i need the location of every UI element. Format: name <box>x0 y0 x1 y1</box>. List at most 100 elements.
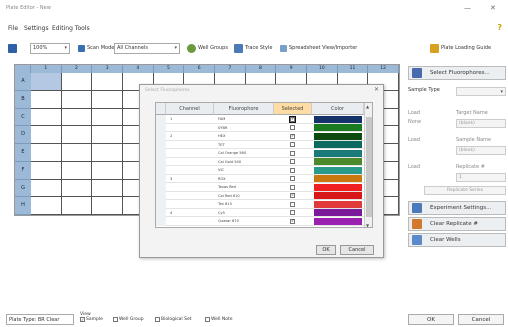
color-swatch[interactable] <box>314 158 362 165</box>
selected-checkbox[interactable]: ✓ <box>290 133 295 139</box>
plate-column-header[interactable]: 2 <box>61 65 93 73</box>
plate-row-header[interactable]: F <box>15 161 31 180</box>
plate-well[interactable] <box>61 161 93 180</box>
plate-column-header[interactable]: 4 <box>123 65 154 73</box>
table-row[interactable]: Tex 615 <box>156 200 364 209</box>
table-row[interactable]: Texas Red <box>156 183 364 192</box>
plate-well[interactable] <box>92 144 123 162</box>
header-selected[interactable]: Selected <box>274 103 312 115</box>
replicate-field[interactable]: 1 <box>456 173 506 182</box>
selected-checkbox[interactable] <box>290 150 295 156</box>
sample-name-field[interactable]: (blank) <box>456 146 506 155</box>
plate-well[interactable] <box>31 108 62 127</box>
plate-row-header[interactable]: A <box>15 73 31 91</box>
view-well-note-checkbox[interactable]: Well Note <box>205 317 233 322</box>
dialog-ok-button[interactable]: OK <box>316 245 336 255</box>
row-header[interactable] <box>156 123 166 132</box>
plate-column-header[interactable]: 1 <box>31 65 62 73</box>
selected-checkbox[interactable] <box>290 184 295 190</box>
color-swatch[interactable] <box>314 166 362 174</box>
color-swatch[interactable] <box>314 217 362 225</box>
plate-well[interactable] <box>61 126 93 144</box>
plate-loading-guide-button[interactable]: Plate Loading Guide <box>430 42 491 54</box>
plate-well[interactable] <box>61 144 93 162</box>
color-swatch[interactable] <box>314 200 362 208</box>
selected-checkbox[interactable] <box>290 176 295 181</box>
header-color[interactable]: Color <box>312 103 364 115</box>
row-header[interactable] <box>156 200 166 209</box>
color-swatch[interactable] <box>314 192 362 199</box>
plate-well[interactable] <box>31 161 62 180</box>
table-row[interactable]: Cal Orange 560 <box>156 149 364 158</box>
plate-column-header[interactable]: 8 <box>245 65 277 73</box>
experiment-settings-button[interactable]: Experiment Settings... <box>408 201 506 215</box>
dialog-cancel-button[interactable]: Cancel <box>340 245 374 255</box>
color-swatch[interactable] <box>314 149 362 157</box>
plate-well[interactable] <box>31 179 62 198</box>
select-fluorophores-button[interactable]: Select Fluorophores... <box>408 66 506 80</box>
sample-type-select[interactable]: ▾ <box>456 87 506 96</box>
spreadsheet-button[interactable]: Spreadsheet View/Importer <box>280 42 357 54</box>
scan-mode-select[interactable]: All Channels ▾ <box>114 43 180 54</box>
minimize-button[interactable]: — <box>464 4 471 12</box>
plate-well[interactable] <box>92 197 123 215</box>
menu-settings[interactable]: Settings <box>24 25 49 32</box>
plate-well[interactable] <box>31 90 62 109</box>
plate-column-header[interactable]: 6 <box>184 65 215 73</box>
selected-checkbox[interactable] <box>290 167 295 173</box>
plate-well[interactable] <box>92 126 123 144</box>
scroll-thumb[interactable] <box>366 117 372 217</box>
selected-checkbox[interactable]: ✓ <box>290 218 295 224</box>
plate-well[interactable] <box>31 197 62 215</box>
header-fluorophore[interactable]: Fluorophore <box>214 103 274 115</box>
trace-style-button[interactable]: Trace Style <box>234 42 272 54</box>
dialog-close-icon[interactable]: ✕ <box>374 86 379 93</box>
selected-checkbox[interactable] <box>290 210 295 215</box>
plate-well[interactable] <box>61 179 93 198</box>
plate-row-header[interactable]: H <box>15 197 31 215</box>
color-swatch[interactable] <box>314 175 362 182</box>
plate-column-header[interactable]: 9 <box>276 65 307 73</box>
target-name-field[interactable]: (blank) <box>456 119 506 128</box>
plate-column-header[interactable]: 3 <box>92 65 123 73</box>
row-header[interactable] <box>156 132 166 141</box>
selected-checkbox[interactable] <box>290 201 295 207</box>
row-header[interactable] <box>156 183 166 192</box>
table-row[interactable]: Cal Gold 540 <box>156 157 364 166</box>
plate-row-header[interactable]: G <box>15 179 31 198</box>
ok-button[interactable]: OK <box>408 314 454 325</box>
color-swatch[interactable] <box>314 124 362 131</box>
well-groups-button[interactable]: Well Groups <box>187 42 228 54</box>
view-biological-set-checkbox[interactable]: Biological Set <box>155 317 192 322</box>
zoom-select[interactable]: 100% ▾ <box>30 43 70 54</box>
plate-column-header[interactable]: 7 <box>215 65 246 73</box>
color-swatch[interactable] <box>314 183 362 191</box>
table-row[interactable]: 1 FAM ✓ <box>156 115 364 124</box>
plate-well[interactable] <box>31 144 62 162</box>
table-row[interactable]: Quasar 670 ✓ <box>156 217 364 226</box>
table-row[interactable]: SYBR <box>156 123 364 132</box>
color-swatch[interactable] <box>314 132 362 140</box>
plate-column-header[interactable]: 12 <box>368 65 399 73</box>
selected-checkbox[interactable] <box>290 159 295 164</box>
row-header[interactable] <box>156 166 166 175</box>
load-none-checkbox[interactable]: None <box>408 119 421 125</box>
table-row[interactable]: 4 Cy5 <box>156 208 364 217</box>
color-swatch[interactable] <box>314 209 362 216</box>
plate-well[interactable] <box>92 90 123 109</box>
close-button[interactable]: ✕ <box>490 4 496 12</box>
color-swatch[interactable] <box>314 115 362 123</box>
scroll-up-icon[interactable]: ▲ <box>366 104 369 109</box>
plate-well[interactable] <box>92 108 123 127</box>
plate-well[interactable] <box>92 73 123 91</box>
help-icon[interactable]: ? <box>497 23 502 32</box>
plate-well[interactable] <box>31 73 62 91</box>
table-row[interactable]: Cal Red 610 ✓ <box>156 191 364 200</box>
table-row[interactable]: 3 ROX <box>156 174 364 183</box>
menu-file[interactable]: File <box>8 25 18 32</box>
row-header[interactable] <box>156 140 166 149</box>
menu-editing-tools[interactable]: Editing Tools <box>52 25 90 32</box>
table-row[interactable]: 2 HEX ✓ <box>156 132 364 141</box>
header-channel[interactable]: Channel <box>166 103 214 115</box>
row-header[interactable] <box>156 174 166 183</box>
